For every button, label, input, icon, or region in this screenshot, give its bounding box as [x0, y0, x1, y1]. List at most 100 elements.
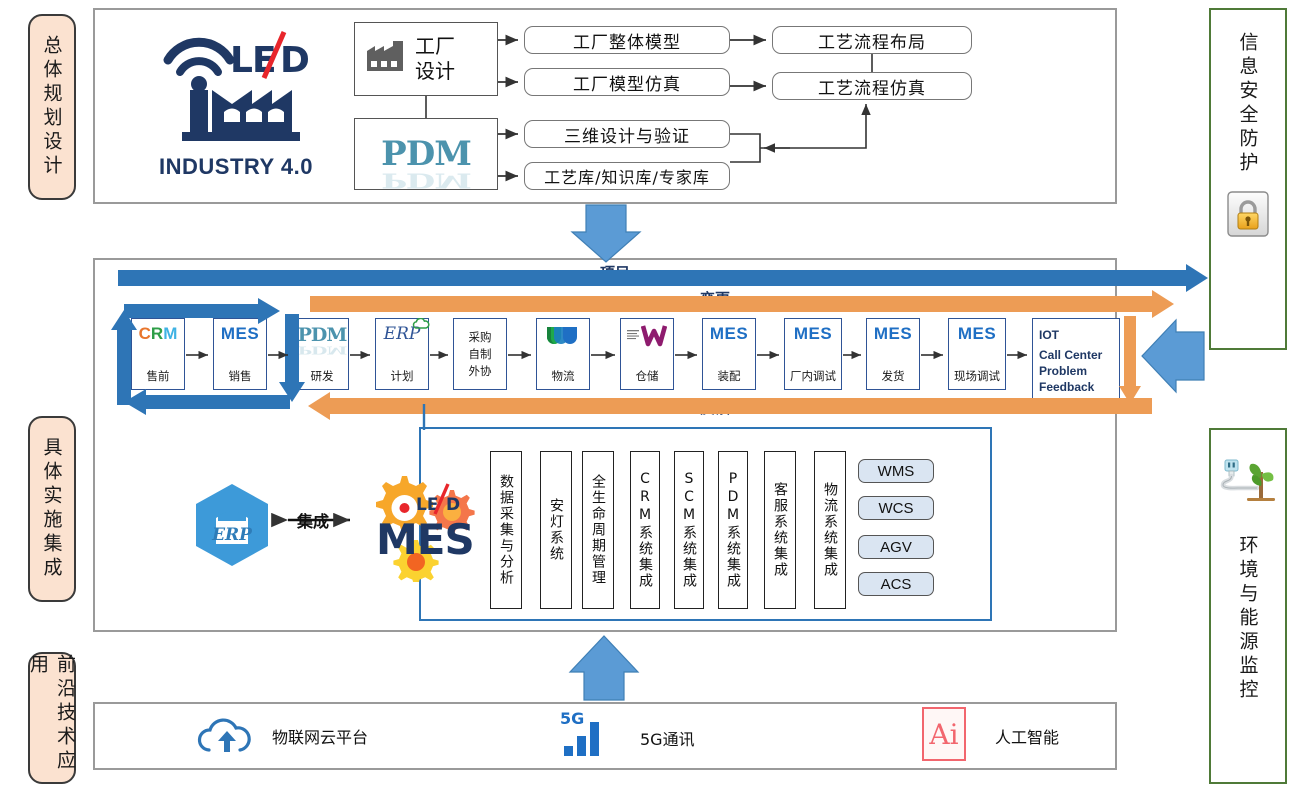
- planning-right-box-1: 工艺流程仿真: [772, 72, 972, 100]
- iot-line-2: Problem: [1039, 364, 1088, 378]
- process-card-pdm[interactable]: PDM PDM 研发: [295, 318, 349, 390]
- process-card-pdm-label: 研发: [310, 369, 334, 383]
- process-card-mes-assembly[interactable]: MES 装配: [702, 318, 756, 390]
- process-card-erp[interactable]: ERP 计划: [375, 318, 430, 390]
- lock-icon: [1226, 190, 1270, 243]
- process-card-mes-sales[interactable]: MES 销售: [213, 318, 267, 390]
- iot-line-0: IOT: [1039, 328, 1059, 342]
- process-card-mes-assembly-label: 装配: [717, 369, 741, 383]
- planning-right-box-0-label: 工艺流程布局: [818, 32, 926, 53]
- integration-strip-0-label: 数据采集与分析: [498, 474, 514, 586]
- process-card-crm[interactable]: CRM 售前: [131, 318, 185, 390]
- process-card-warehouse[interactable]: 仓储: [620, 318, 674, 390]
- process-card-mes-assembly-top: MES: [709, 324, 749, 343]
- mes-gears-logo: LE D MES: [358, 466, 482, 586]
- integration-pill-acs-label: ACS: [880, 575, 912, 593]
- stage-label-planning: 总体规划设计: [28, 14, 76, 200]
- process-card-crm-label: 售前: [146, 369, 170, 383]
- planning-mid-box-0: 工厂整体模型: [524, 26, 730, 54]
- band-label-project-text: 项目: [600, 264, 631, 282]
- integration-pill-wcs-label: WCS: [878, 499, 914, 517]
- integration-strip-4[interactable]: SCM系统集成: [674, 451, 704, 609]
- process-card-procurement[interactable]: 采购 自制 外协: [453, 318, 507, 390]
- cloud-iot-icon: [195, 712, 259, 765]
- diagram-root: 总体规划设计 具体实施集成 前沿技术应用 信息安全防护 环境与能源监控 LE D…: [0, 0, 1316, 795]
- lead-logo: LE D INDUSTRY 4.0: [152, 20, 318, 180]
- integration-strip-6[interactable]: 客服系统集成: [764, 451, 796, 609]
- planning-mid-box-2: 三维设计与验证: [524, 120, 730, 148]
- process-card-logistics[interactable]: 物流: [536, 318, 590, 390]
- stage-label-implementation-text: 具体实施集成: [40, 437, 63, 581]
- pdm-icon: PDM PDM: [381, 134, 472, 192]
- process-card-mes-onsite-debug[interactable]: MES 现场调试: [948, 318, 1006, 390]
- planning-right-box-1-label: 工艺流程仿真: [818, 78, 926, 99]
- ai-icon: Ai: [921, 706, 967, 767]
- integration-pill-wms[interactable]: WMS: [858, 459, 934, 483]
- svg-text:Ai: Ai: [928, 718, 958, 751]
- process-card-mes-internal-debug[interactable]: MES 厂内调试: [784, 318, 842, 390]
- integration-strip-5-label: PDM系统集成: [725, 471, 741, 589]
- process-card-procurement-labels: 采购 自制 外协: [469, 329, 492, 380]
- band-label-change: 变更: [700, 288, 730, 309]
- pdm-icon: PDM PDM: [297, 324, 348, 357]
- integration-pill-agv-label: AGV: [880, 538, 912, 556]
- integration-pill-agv[interactable]: AGV: [858, 535, 934, 559]
- integration-strip-3-label: CRM系统集成: [637, 471, 653, 589]
- svg-text:D: D: [280, 40, 309, 81]
- svg-text:D: D: [446, 495, 460, 515]
- process-card-mes-sales-top: MES: [220, 324, 260, 343]
- lead-logo-tagline: INDUSTRY 4.0: [159, 154, 313, 179]
- integration-link-label: 集成: [297, 508, 329, 532]
- stage-label-planning-text: 总体规划设计: [40, 35, 63, 179]
- planning-mid-box-2-label: 三维设计与验证: [564, 126, 690, 147]
- process-card-mes-shipping-label: 发货: [881, 369, 905, 383]
- integration-pill-acs[interactable]: ACS: [858, 572, 934, 596]
- plant-plug-icon: [1217, 452, 1279, 519]
- process-card-warehouse-label: 仓储: [635, 369, 659, 383]
- 5g-signal-icon: 5G: [558, 708, 614, 767]
- planning-box-pdm: PDM PDM: [354, 118, 498, 192]
- frontier-label-5g-text: 5G通讯: [640, 730, 695, 749]
- process-card-mes-onsite-debug-top: MES: [957, 324, 997, 343]
- planning-mid-box-1: 工厂模型仿真: [524, 68, 730, 96]
- integration-strip-0[interactable]: 数据采集与分析: [490, 451, 522, 609]
- process-card-mes-shipping[interactable]: MES 发货: [866, 318, 920, 390]
- procurement-line-0: 采购: [468, 329, 492, 344]
- stage-label-frontier: 前沿技术应用: [27, 652, 76, 784]
- integration-strip-1[interactable]: 安灯系统: [540, 451, 572, 609]
- band-label-change-text: 变更: [700, 290, 731, 308]
- side-panel-energy: 环境与能源监控: [1209, 428, 1287, 784]
- integration-strip-5[interactable]: PDM系统集成: [718, 451, 748, 609]
- side-panel-security-text: 信息安全防护: [1236, 32, 1259, 176]
- process-card-iot[interactable]: IOT Call Center Problem Feedback: [1032, 318, 1120, 400]
- frontier-label-iot: 物联网云平台: [272, 724, 368, 748]
- planning-right-box-0: 工艺流程布局: [772, 26, 972, 54]
- integration-strip-4-label: SCM系统集成: [681, 471, 697, 589]
- process-card-mes-internal-debug-top: MES: [793, 324, 833, 343]
- frontier-label-ai-text: 人工智能: [995, 728, 1060, 747]
- process-card-mes-onsite-debug-label: 现场调试: [954, 369, 1000, 383]
- planning-mid-box-3: 工艺库/知识库/专家库: [524, 162, 730, 190]
- frontier-label-ai: 人工智能: [995, 724, 1059, 748]
- integration-strip-2-label: 全生命周期管理: [590, 474, 606, 586]
- planning-mid-box-3-label: 工艺库/知识库/专家库: [544, 168, 710, 187]
- planning-factory-design-bottom: 设计: [415, 59, 455, 83]
- integration-strip-2[interactable]: 全生命周期管理: [582, 451, 614, 609]
- integration-pill-wcs[interactable]: WCS: [858, 496, 934, 520]
- integration-strip-3[interactable]: CRM系统集成: [630, 451, 660, 609]
- procurement-line-2: 外协: [468, 363, 492, 378]
- erp-hexagon-label: ERP: [211, 525, 253, 545]
- integration-strip-7-label: 物流系统集成: [822, 482, 838, 578]
- side-panel-energy-text: 环境与能源监控: [1236, 535, 1259, 703]
- crm-icon: CRM: [138, 324, 178, 343]
- band-label-feedback-text: 反馈: [700, 399, 731, 417]
- integration-strip-6-label: 客服系统集成: [772, 482, 788, 578]
- process-card-logistics-label: 物流: [551, 369, 575, 383]
- stage-label-frontier-text: 前沿技术应用: [27, 654, 76, 774]
- process-card-mes-internal-debug-label: 厂内调试: [790, 369, 836, 383]
- factory-icon: [363, 37, 409, 82]
- logistics-w-icon: [543, 324, 583, 357]
- integration-strip-7[interactable]: 物流系统集成: [814, 451, 846, 609]
- stage-label-implementation: 具体实施集成: [28, 416, 76, 602]
- band-label-feedback: 反馈: [700, 397, 730, 418]
